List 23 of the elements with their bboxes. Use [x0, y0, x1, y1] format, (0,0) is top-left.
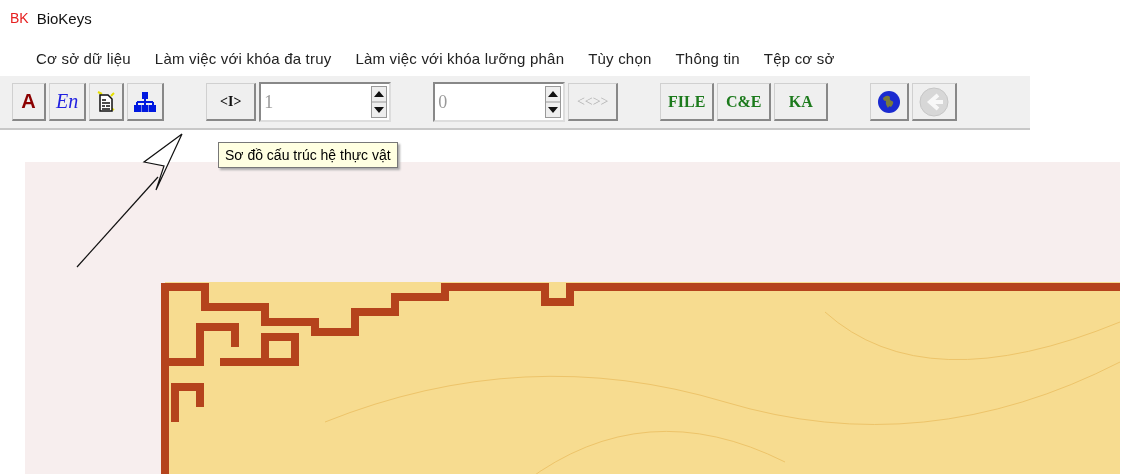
- app-logo: BK: [10, 10, 29, 26]
- toolbar-button[interactable]: KA: [774, 83, 829, 121]
- menu-item[interactable]: Cơ sở dữ liệu: [36, 49, 131, 67]
- menu-item[interactable]: Thông tin: [675, 49, 740, 67]
- toolbar-button[interactable]: C&E: [717, 83, 772, 121]
- spin-arrows-icon[interactable]: [371, 86, 388, 118]
- document-icon: [96, 90, 117, 113]
- menu-item[interactable]: Tùy chọn: [588, 49, 652, 67]
- toolbar-button[interactable]: En: [49, 83, 87, 121]
- toolbar-button[interactable]: <I>: [206, 83, 257, 121]
- tooltip: Sơ đồ cấu trúc hệ thực vật: [218, 142, 398, 168]
- globe-button[interactable]: [870, 83, 910, 121]
- hierarchy-icon: [134, 91, 157, 112]
- menu-item[interactable]: Tệp cơ sở: [763, 49, 835, 67]
- toolbar-button[interactable]: FILE: [660, 83, 715, 121]
- menu-item[interactable]: Làm việc với khóa đa truy: [154, 49, 332, 67]
- window-title: BioKeys: [36, 9, 92, 27]
- toolbar-button[interactable]: A: [12, 83, 46, 121]
- tree-button[interactable]: [127, 83, 165, 121]
- menu-item[interactable]: Làm việc với khóa lưỡng phân: [355, 49, 565, 67]
- globe-icon: [877, 89, 902, 114]
- document-button[interactable]: [89, 83, 125, 121]
- spin-arrows-icon[interactable]: [545, 86, 562, 118]
